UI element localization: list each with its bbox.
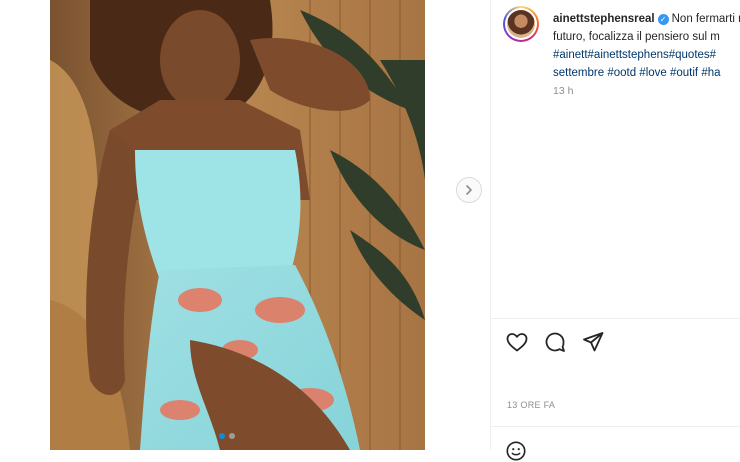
caption-line-2: futuro, focalizza il pensiero sul m (553, 31, 720, 43)
photo-illustration (50, 0, 425, 450)
caption-line-1: ainettstephensreal✓Non fermarti mai a pe… (553, 10, 740, 28)
heart-icon[interactable] (505, 330, 529, 354)
carousel-dot (229, 433, 235, 439)
post-details-panel: ainettstephensreal✓Non fermarti mai a pe… (491, 0, 740, 461)
post-photo[interactable] (50, 0, 425, 450)
post-media-area (0, 0, 490, 450)
next-slide-button[interactable] (456, 177, 482, 203)
post-caption: ainettstephensreal✓Non fermarti mai a pe… (553, 10, 740, 82)
caption-hashtags-1[interactable]: #ainett#ainettstephens#quotes# (553, 46, 740, 64)
action-bar (505, 330, 605, 354)
avatar[interactable] (503, 6, 539, 42)
caption-hashtags-2[interactable]: settembre #ootd #love #outif #ha (553, 64, 740, 82)
comment-row (505, 440, 527, 462)
paper-plane-icon[interactable] (581, 330, 605, 354)
comment-divider (491, 426, 740, 427)
post-timestamp[interactable]: 13 ORE FA (507, 400, 555, 410)
avatar-image (507, 10, 535, 38)
chevron-right-icon (466, 185, 472, 195)
username-link[interactable]: ainettstephensreal (553, 13, 655, 25)
verified-badge-icon: ✓ (657, 14, 669, 25)
actions-divider (491, 318, 740, 319)
caption-text: Non fermarti mai a pensare al (671, 13, 740, 25)
caption-timestamp[interactable]: 13 h (553, 85, 573, 97)
carousel-dot-active (219, 433, 225, 439)
comment-icon[interactable] (543, 330, 567, 354)
emoji-icon[interactable] (505, 440, 527, 462)
carousel-indicator (219, 433, 235, 439)
avatar-ring (505, 8, 537, 40)
